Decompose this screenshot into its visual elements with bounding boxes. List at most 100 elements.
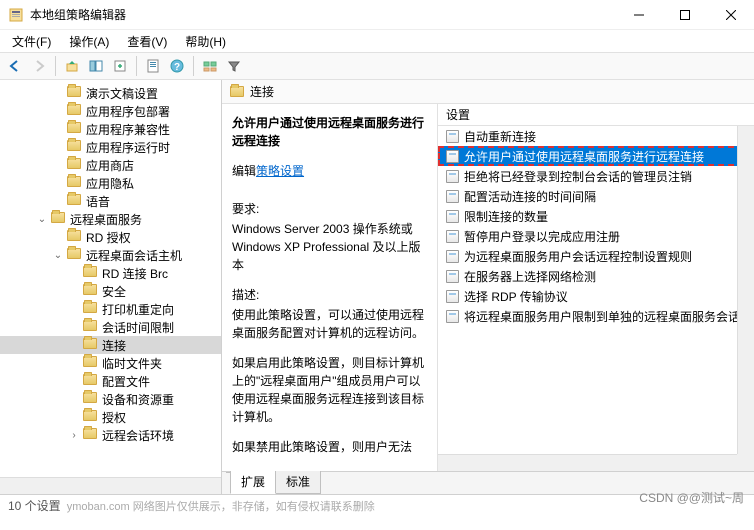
back-button[interactable] [4, 55, 26, 77]
list-item[interactable]: 选择 RDP 传输协议 [438, 286, 754, 306]
list-item[interactable]: 将远程桌面服务用户限制到单独的远程桌面服务会话 [438, 306, 754, 326]
watermark-right: CSDN @@测试~周 [639, 489, 744, 506]
tree-node[interactable]: 安全 [0, 282, 221, 300]
folder-icon [51, 212, 67, 226]
export-button[interactable] [109, 55, 131, 77]
scroll-corner [737, 454, 754, 471]
policy-settings-link[interactable]: 策略设置 [256, 162, 304, 180]
description-para: 使用此策略设置，可以通过使用远程桌面服务配置对计算机的远程访问。 [232, 306, 427, 342]
list-item[interactable]: 允许用户通过使用远程桌面服务进行远程连接 [438, 146, 754, 166]
tree-label: 授权 [102, 409, 126, 426]
list-horizontal-scrollbar[interactable] [438, 454, 737, 471]
edit-label: 编辑 [232, 164, 256, 178]
refresh-button[interactable] [142, 55, 164, 77]
list-item[interactable]: 拒绝将已经登录到控制台会话的管理员注销 [438, 166, 754, 186]
tree-node[interactable]: RD 授权 [0, 228, 221, 246]
list-vertical-scrollbar[interactable] [737, 126, 754, 454]
tree-label: 远程桌面会话主机 [86, 247, 182, 264]
detail-header: 连接 [222, 80, 754, 104]
tree-node[interactable]: 语音 [0, 192, 221, 210]
policy-icon [444, 268, 460, 284]
forward-button[interactable] [28, 55, 50, 77]
tree-node[interactable]: 配置文件 [0, 372, 221, 390]
help-button[interactable]: ? [166, 55, 188, 77]
tree-label: 会话时间限制 [102, 319, 174, 336]
list-item[interactable]: 配置活动连接的时间间隔 [438, 186, 754, 206]
tree-horizontal-scrollbar[interactable] [0, 477, 221, 494]
tree-label: 安全 [102, 283, 126, 300]
menu-view[interactable]: 查看(V) [119, 31, 175, 52]
folder-icon [83, 428, 99, 442]
description-panel: 允许用户通过使用远程桌面服务进行远程连接 编辑策略设置 要求: Windows … [222, 104, 438, 471]
list-item-label: 拒绝将已经登录到控制台会话的管理员注销 [464, 168, 692, 185]
tree-node[interactable]: 设备和资源重 [0, 390, 221, 408]
filter-button[interactable] [223, 55, 245, 77]
expand-icon[interactable]: › [68, 430, 80, 441]
tree-node[interactable]: 应用程序兼容性 [0, 120, 221, 138]
maximize-button[interactable] [662, 0, 708, 30]
menu-action[interactable]: 操作(A) [61, 31, 117, 52]
tree-node[interactable]: ›远程会话环境 [0, 426, 221, 444]
settings-list[interactable]: 自动重新连接允许用户通过使用远程桌面服务进行远程连接拒绝将已经登录到控制台会话的… [438, 126, 754, 471]
folder-icon [67, 86, 83, 100]
tree-node[interactable]: 应用商店 [0, 156, 221, 174]
folder-icon [83, 374, 99, 388]
tree-node[interactable]: RD 连接 Brc [0, 264, 221, 282]
tree-node[interactable]: 应用隐私 [0, 174, 221, 192]
description-para: 如果启用此策略设置，则目标计算机上的"远程桌面用户"组成员用户可以使用远程桌面服… [232, 354, 427, 426]
list-item-label: 自动重新连接 [464, 128, 536, 145]
list-item[interactable]: 为远程桌面服务用户会话远程控制设置规则 [438, 246, 754, 266]
policy-icon [444, 288, 460, 304]
requirements-text: Windows Server 2003 操作系统或 Windows XP Pro… [232, 220, 427, 274]
tree-node[interactable]: 临时文件夹 [0, 354, 221, 372]
tree-label: 应用隐私 [86, 175, 134, 192]
close-button[interactable] [708, 0, 754, 30]
tree-node[interactable]: 授权 [0, 408, 221, 426]
folder-icon [83, 320, 99, 334]
selected-policy-title: 允许用户通过使用远程桌面服务进行远程连接 [232, 114, 427, 150]
menu-help[interactable]: 帮助(H) [177, 31, 234, 52]
policy-icon [444, 188, 460, 204]
policy-icon [444, 228, 460, 244]
tree-node[interactable]: 连接 [0, 336, 221, 354]
description-label: 描述: [232, 286, 427, 304]
menubar: 文件(F) 操作(A) 查看(V) 帮助(H) [0, 30, 754, 52]
minimize-button[interactable] [616, 0, 662, 30]
tree-panel[interactable]: 演示文稿设置应用程序包部署应用程序兼容性应用程序运行时应用商店应用隐私语音⌄远程… [0, 80, 222, 494]
tree-node[interactable]: 打印机重定向 [0, 300, 221, 318]
tree-label: 设备和资源重 [102, 391, 174, 408]
tree-label: RD 连接 Brc [102, 265, 168, 282]
list-item[interactable]: 限制连接的数量 [438, 206, 754, 226]
list-item[interactable]: 暂停用户登录以完成应用注册 [438, 226, 754, 246]
tree-label: 应用商店 [86, 157, 134, 174]
folder-icon [67, 140, 83, 154]
list-column-header[interactable]: 设置 [438, 104, 754, 126]
list-item[interactable]: 自动重新连接 [438, 126, 754, 146]
filter-all-button[interactable] [199, 55, 221, 77]
menu-file[interactable]: 文件(F) [4, 31, 59, 52]
collapse-icon[interactable]: ⌄ [36, 214, 48, 225]
up-button[interactable] [61, 55, 83, 77]
tree-node[interactable]: ⌄远程桌面服务 [0, 210, 221, 228]
tree-node[interactable]: 会话时间限制 [0, 318, 221, 336]
detail-body: 允许用户通过使用远程桌面服务进行远程连接 编辑策略设置 要求: Windows … [222, 104, 754, 471]
tree-label: 打印机重定向 [102, 301, 174, 318]
policy-icon [444, 308, 460, 324]
show-hide-tree-button[interactable] [85, 55, 107, 77]
list-item-label: 选择 RDP 传输协议 [464, 288, 568, 305]
tree-node[interactable]: 应用程序包部署 [0, 102, 221, 120]
list-item[interactable]: 在服务器上选择网络检测 [438, 266, 754, 286]
folder-icon [83, 284, 99, 298]
collapse-icon[interactable]: ⌄ [52, 250, 64, 261]
tree-node[interactable]: 演示文稿设置 [0, 84, 221, 102]
tree-node[interactable]: 应用程序运行时 [0, 138, 221, 156]
tree-label: RD 授权 [86, 229, 131, 246]
folder-icon [67, 122, 83, 136]
tree-node[interactable]: ⌄ 远程桌面会话主机 [0, 246, 221, 264]
titlebar: 本地组策略编辑器 [0, 0, 754, 30]
folder-icon [230, 86, 244, 97]
tree-label: 配置文件 [102, 373, 150, 390]
tree-label: 应用程序兼容性 [86, 121, 170, 138]
tab-extended[interactable]: 扩展 [230, 471, 276, 494]
tab-standard[interactable]: 标准 [275, 471, 321, 494]
